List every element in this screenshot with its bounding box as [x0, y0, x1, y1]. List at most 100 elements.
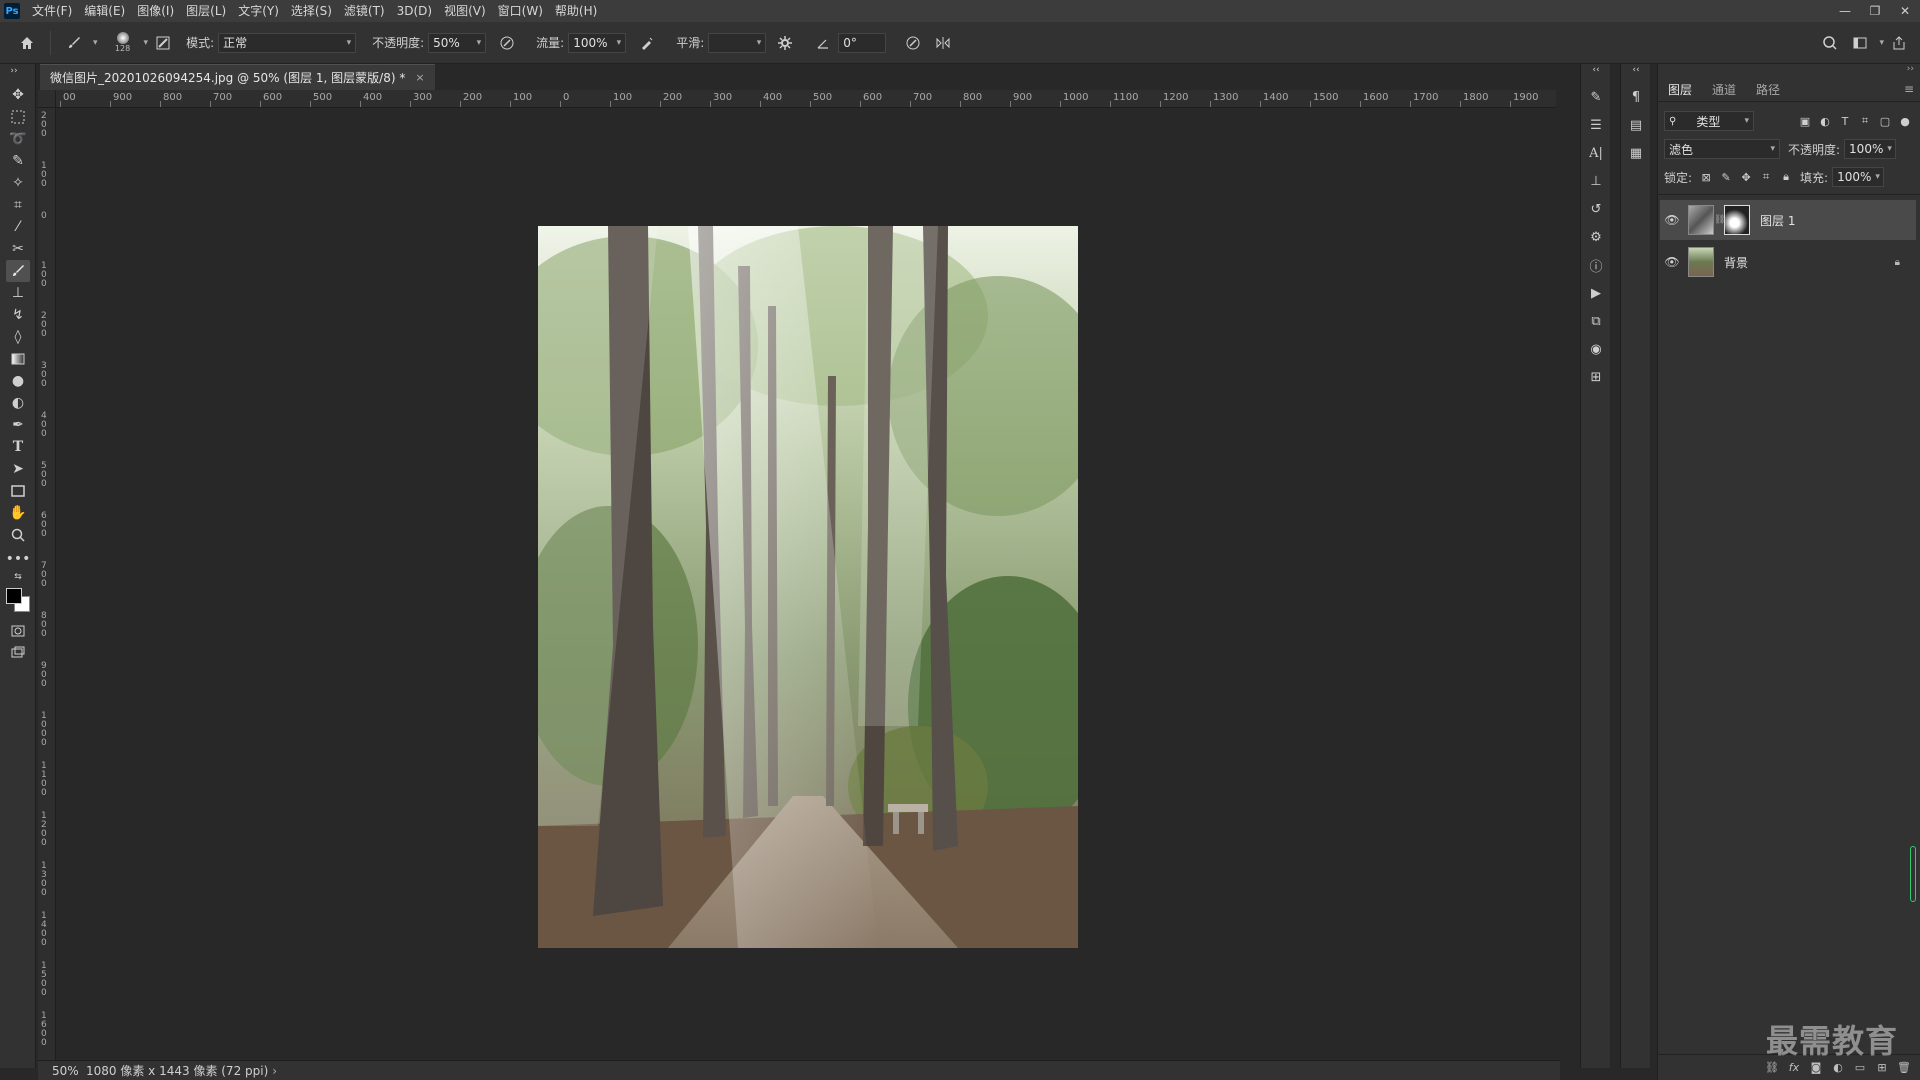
chevron-down-icon[interactable]: ▾	[1879, 38, 1884, 48]
panel-menu-icon[interactable]: ≡	[1904, 82, 1914, 96]
canvas-area[interactable]	[56, 108, 1556, 1060]
eraser-tool-icon[interactable]: ◊	[6, 326, 30, 348]
brush-tool-icon[interactable]	[6, 260, 30, 282]
hand-tool-icon[interactable]: ✋	[6, 502, 30, 524]
history-icon[interactable]: ↺	[1584, 198, 1608, 220]
filter-pixel-icon[interactable]: ▣	[1795, 111, 1815, 131]
move-tool-icon[interactable]: ✥	[6, 84, 30, 106]
visibility-eye-icon[interactable]: 👁︎	[1660, 255, 1684, 269]
healing-tool-icon[interactable]: ✂	[6, 238, 30, 260]
close-tab-icon[interactable]: ×	[415, 71, 424, 84]
brush-size-picker[interactable]: 128	[108, 30, 138, 56]
pen-tool-icon[interactable]: ✒	[6, 414, 30, 436]
layer-row-layer1[interactable]: 👁︎ ⛓ 图层 1	[1660, 200, 1916, 240]
lock-transparent-icon[interactable]: ⊠	[1696, 167, 1716, 187]
opacity-input[interactable]: 50% ▾	[428, 32, 487, 53]
restore-button[interactable]: ❐	[1860, 0, 1890, 22]
pressure-size-icon[interactable]	[900, 30, 926, 56]
brush-settings-panel-icon[interactable]	[150, 30, 176, 56]
flow-input[interactable]: 100% ▾	[568, 32, 627, 53]
minimize-button[interactable]: —	[1830, 0, 1860, 22]
document-tab[interactable]: 微信图片_20201026094254.jpg @ 50% (图层 1, 图层蒙…	[40, 64, 435, 90]
zoom-tool-icon[interactable]	[6, 524, 30, 546]
tab-layers[interactable]: 图层	[1658, 78, 1702, 102]
magic-wand-tool-icon[interactable]: ✧	[6, 172, 30, 194]
filter-adjustment-icon[interactable]: ◐	[1815, 111, 1835, 131]
brush-settings-icon[interactable]: ✎	[1584, 86, 1608, 108]
filter-smart-object-icon[interactable]: ▢	[1875, 111, 1895, 131]
path-selection-tool-icon[interactable]: ➤	[6, 458, 30, 480]
brush-preset-icon[interactable]	[61, 30, 87, 56]
fill-input[interactable]: 100% ▾	[1832, 167, 1885, 187]
gradient-tool-icon[interactable]	[6, 348, 30, 370]
menu-select[interactable]: 选择(S)	[285, 0, 338, 22]
layer-name[interactable]: 背景	[1724, 254, 1748, 271]
share-icon[interactable]	[1886, 30, 1912, 56]
menu-layer[interactable]: 图层(L)	[180, 0, 232, 22]
search-icon[interactable]	[1817, 30, 1843, 56]
layer-opacity-input[interactable]: 100% ▾	[1844, 139, 1897, 159]
status-arrow-icon[interactable]: ›	[272, 1064, 277, 1078]
menu-help[interactable]: 帮助(H)	[549, 0, 603, 22]
collapse-panel-icon[interactable]: ››	[1907, 64, 1914, 74]
dodge-tool-icon[interactable]: ◐	[6, 392, 30, 414]
history-brush-tool-icon[interactable]: ↯	[6, 304, 30, 326]
menu-file[interactable]: 文件(F)	[26, 0, 78, 22]
foreground-color-swatch[interactable]	[6, 588, 22, 604]
timeline-icon[interactable]: ⊞	[1584, 366, 1608, 388]
blur-tool-icon[interactable]: ●	[6, 370, 30, 392]
clone-stamp-tool-icon[interactable]: ⊥	[6, 282, 30, 304]
zoom-level[interactable]: 50%	[52, 1064, 84, 1078]
lock-artboard-icon[interactable]: ⌗	[1756, 167, 1776, 187]
mask-link-icon[interactable]: ⛓	[1714, 215, 1725, 225]
libraries-icon[interactable]: ▤	[1624, 114, 1648, 136]
3d-icon[interactable]: ◉	[1584, 338, 1608, 360]
symmetry-icon[interactable]	[930, 30, 956, 56]
pressure-opacity-icon[interactable]	[494, 30, 520, 56]
workspace-icon[interactable]	[1847, 30, 1873, 56]
collapse-dock-icon[interactable]: ‹‹	[1584, 64, 1608, 76]
character-icon[interactable]: A|	[1584, 142, 1608, 164]
scroll-indicator[interactable]	[1910, 846, 1916, 902]
document-image[interactable]	[538, 226, 1078, 948]
paragraph-icon[interactable]: ¶	[1624, 86, 1648, 108]
chevron-down-icon[interactable]: ▾	[93, 38, 98, 48]
lock-image-icon[interactable]: ✎	[1716, 167, 1736, 187]
menu-window[interactable]: 窗口(W)	[492, 0, 549, 22]
layer-row-background[interactable]: 👁︎ 背景 🔒︎	[1660, 242, 1916, 282]
rectangle-tool-icon[interactable]	[6, 480, 30, 502]
tab-paths[interactable]: 路径	[1746, 78, 1790, 102]
clone-source-icon[interactable]: ⊥	[1584, 170, 1608, 192]
lock-icon[interactable]: 🔒︎	[1895, 257, 1900, 268]
lock-position-icon[interactable]: ✥	[1736, 167, 1756, 187]
visibility-eye-icon[interactable]: 👁︎	[1660, 213, 1684, 227]
tab-channels[interactable]: 通道	[1702, 78, 1746, 102]
swap-colors-icon[interactable]: ⇆	[6, 570, 30, 584]
info-icon[interactable]: ⓘ	[1584, 254, 1608, 276]
filter-shape-icon[interactable]: ⌗	[1855, 111, 1875, 131]
eyedropper-tool-icon[interactable]: ⁄	[6, 216, 30, 238]
chevron-down-icon[interactable]: ▾	[144, 38, 149, 48]
menu-filter[interactable]: 滤镜(T)	[338, 0, 391, 22]
filter-type-icon[interactable]: T	[1835, 111, 1855, 131]
lock-all-icon[interactable]: 🔒︎	[1776, 167, 1796, 187]
adjustments-icon[interactable]: ☰	[1584, 114, 1608, 136]
layer-mask-thumbnail[interactable]	[1724, 205, 1750, 235]
properties-icon[interactable]: ⚙	[1584, 226, 1608, 248]
layer-comps-icon[interactable]: ⧉	[1584, 310, 1608, 332]
crop-tool-icon[interactable]: ⌗	[6, 194, 30, 216]
menu-image[interactable]: 图像(I)	[131, 0, 180, 22]
type-tool-icon[interactable]: T	[6, 436, 30, 458]
layer-filter-select[interactable]: ⚲ 类型 ▾	[1664, 111, 1754, 131]
quick-selection-tool-icon[interactable]: ✎	[6, 150, 30, 172]
layer-name[interactable]: 图层 1	[1760, 212, 1795, 229]
menu-view[interactable]: 视图(V)	[438, 0, 492, 22]
airbrush-icon[interactable]	[634, 30, 660, 56]
screen-mode-icon[interactable]	[6, 642, 30, 664]
menu-type[interactable]: 文字(Y)	[232, 0, 285, 22]
collapse-toolbar-icon[interactable]: ››	[2, 64, 26, 78]
smoothing-input[interactable]: ▾	[708, 32, 767, 53]
close-window-button[interactable]: ✕	[1890, 0, 1920, 22]
marquee-tool-icon[interactable]	[6, 106, 30, 128]
actions-icon[interactable]: ▶	[1584, 282, 1608, 304]
